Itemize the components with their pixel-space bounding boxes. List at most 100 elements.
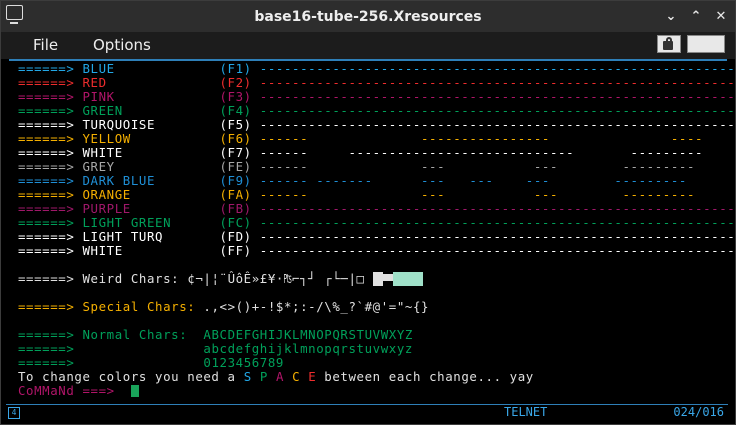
- window-title: base16-tube-256.Xresources: [254, 8, 482, 25]
- color-bar: ----------------------------------------…: [259, 201, 736, 216]
- color-name: GREEN: [82, 103, 123, 118]
- weird-block-glyph: [372, 272, 383, 286]
- terminal-screen[interactable]: ======> BLUE (F1) -----------------------…: [18, 62, 735, 398]
- function-key: (F6): [219, 131, 252, 146]
- color-bar: ------ ------- --- --- --- ---------: [259, 173, 687, 188]
- row-arrow: ======>: [18, 173, 75, 188]
- color-name: BLUE: [82, 61, 115, 76]
- terminal-window: base16-tube-256.Xresources ⌄ ⌃ ✕ File Op…: [0, 0, 736, 425]
- row-arrow: ======>: [18, 117, 75, 132]
- maximize-icon[interactable]: ⌃: [688, 9, 704, 25]
- space-letter: P: [259, 369, 268, 384]
- color-bar: ----------------------------------------…: [259, 117, 736, 132]
- function-key: (F9): [219, 173, 252, 188]
- function-key: (F7): [219, 145, 252, 160]
- function-key: (F2): [219, 75, 252, 90]
- cursor-position: 024/016: [673, 405, 724, 419]
- normal-digits: 0123456789: [203, 355, 284, 370]
- keyboard-lock-icon[interactable]: [657, 35, 681, 53]
- menu-file[interactable]: File: [33, 36, 58, 54]
- function-key: (FC): [219, 215, 252, 230]
- color-name: WHITE: [82, 145, 123, 160]
- weird-chars-line: ======> Weird Chars: ¢¬|¦¨ÛôÊ»£¥·₧⌐┐┘ ┌└…: [18, 272, 735, 286]
- weird-block-glyph: [412, 272, 423, 286]
- special-chars-line: ======> Special Chars: .,<>()+-!$*;:-/\%…: [18, 300, 735, 314]
- row-arrow: ======>: [18, 145, 75, 160]
- normal-lower-line: ======> abcdefghijklmnopqrstuvwxyz: [18, 342, 735, 356]
- weird-block-glyph: [402, 272, 413, 286]
- message-text: To change colors you need a: [18, 369, 244, 384]
- row-arrow: ======>: [18, 201, 75, 216]
- color-bar: ----------------------------------------…: [259, 243, 736, 258]
- color-row: ======> WHITE (F7) ------ ---------------…: [18, 146, 735, 160]
- row-arrow: ======>: [18, 159, 75, 174]
- normal-upper: ABCDEFGHIJKLMNOPQRSTUVWXYZ: [203, 327, 413, 342]
- color-row: ======> WHITE (FF) ----------------------…: [18, 244, 735, 258]
- row-arrow: ======>: [18, 75, 75, 90]
- function-key: (FD): [219, 229, 252, 244]
- function-key: (F5): [219, 117, 252, 132]
- color-row: ======> ORANGE (FA) ------ --- --- ------…: [18, 188, 735, 202]
- window-controls: ⌄ ⌃ ✕: [663, 1, 729, 32]
- color-name: PINK: [82, 89, 115, 104]
- status-mode: TELNET: [504, 405, 548, 419]
- color-row: ======> BLUE (F1) -----------------------…: [18, 62, 735, 76]
- close-icon[interactable]: ✕: [713, 9, 729, 25]
- command-prompt: CoMMaNd ===>: [18, 383, 115, 398]
- weird-block-glyph: [392, 272, 403, 286]
- keyboard-icon[interactable]: [687, 35, 725, 53]
- space-letter: C: [292, 369, 301, 384]
- color-bar: ------ ---------------------------- ----…: [259, 145, 704, 160]
- row-arrow: ======>: [18, 103, 75, 118]
- function-key: (FF): [219, 243, 252, 258]
- toolbar-icons: [657, 35, 725, 53]
- row-arrow: ======>: [18, 229, 75, 244]
- special-chars: .,<>()+-!$*;:-/\%_?`#@'="~{}: [203, 299, 430, 314]
- color-name: DARK BLUE: [82, 173, 156, 188]
- status-line: 4 TELNET 024/016: [6, 404, 728, 420]
- space-letter: A: [275, 369, 284, 384]
- message-text: between each change... yay: [316, 369, 534, 384]
- function-key: (FB): [219, 201, 252, 216]
- minimize-icon[interactable]: ⌄: [663, 9, 679, 25]
- color-bar: ----------------------------------------…: [259, 103, 736, 118]
- color-row: ======> GREEN (F4) ----------------------…: [18, 104, 735, 118]
- weird-block-glyph: [382, 274, 393, 281]
- menu-options[interactable]: Options: [93, 36, 151, 54]
- weird-arrow: ======>: [18, 271, 75, 286]
- color-row: ======> LIGHT TURQ (FD) -----------------…: [18, 230, 735, 244]
- color-row: ======> PURPLE (FB) ---------------------…: [18, 202, 735, 216]
- color-name: ORANGE: [82, 187, 131, 202]
- color-name: PURPLE: [82, 201, 131, 216]
- color-bar: ----------------------------------------…: [259, 61, 736, 76]
- special-label: Special Chars:: [82, 299, 196, 314]
- color-name: GREY: [82, 159, 115, 174]
- color-bar: ----------------------------------------…: [259, 229, 736, 244]
- color-name: LIGHT TURQ: [82, 229, 164, 244]
- color-row: ======> PINK (F3) -----------------------…: [18, 90, 735, 104]
- normal-arrow: ======>: [18, 327, 75, 342]
- space-letter: S: [243, 369, 252, 384]
- color-bar: ------ --- --- ---------: [259, 159, 696, 174]
- row-arrow: ======>: [18, 131, 75, 146]
- color-bar: ----------------------------------------…: [259, 89, 736, 104]
- color-bar: ----------------------------------------…: [259, 75, 736, 90]
- color-name: TURQUOISE: [82, 117, 156, 132]
- row-arrow: ======>: [18, 187, 75, 202]
- function-key: (F4): [219, 103, 252, 118]
- color-name: YELLOW: [82, 131, 131, 146]
- color-bar: ----------------------------------------…: [259, 215, 736, 230]
- text-cursor[interactable]: [130, 385, 139, 397]
- color-name: WHITE: [82, 243, 123, 258]
- color-row: ======> GREY (FE) ------ --- --- --------…: [18, 160, 735, 174]
- color-bar: ------ --- --- ---------: [259, 187, 696, 202]
- color-row: ======> RED (F2) ------------------------…: [18, 76, 735, 90]
- function-key: (FE): [219, 159, 252, 174]
- message-line: To change colors you need a S P A C E be…: [18, 370, 735, 384]
- command-line: CoMMaNd ===>: [18, 384, 735, 398]
- normal-lower: abcdefghijklmnopqrstuvwxyz: [203, 341, 413, 356]
- color-row: ======> LIGHT GREEN (FC) ----------------…: [18, 216, 735, 230]
- color-bar: ------ ---------------- ----: [259, 131, 704, 146]
- row-arrow: ======>: [18, 61, 75, 76]
